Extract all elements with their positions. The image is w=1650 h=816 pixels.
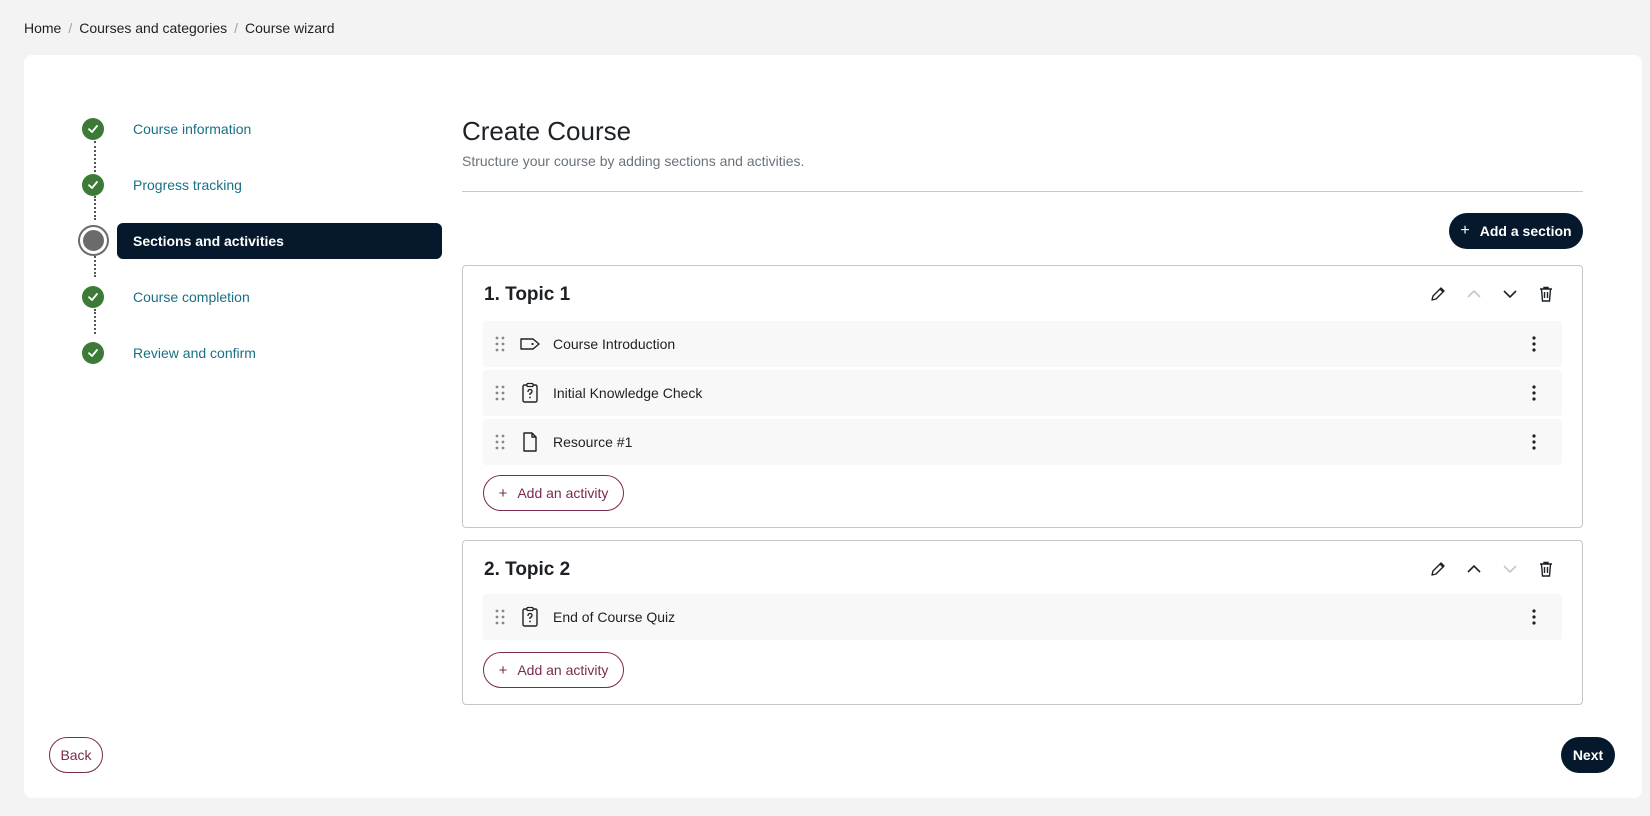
section-title: 2. Topic 2 [484,559,571,580]
current-step-icon [80,227,107,254]
activity-row[interactable]: End of Course Quiz [483,594,1562,640]
kebab-icon [1532,434,1536,450]
step-course-information[interactable]: Course information [60,113,460,149]
file-icon [523,432,537,452]
activity-row[interactable]: Initial Knowledge Check [483,370,1562,416]
step-course-completion[interactable]: Course completion [60,281,460,317]
add-activity-label: Add an activity [517,485,609,501]
next-button[interactable]: Next [1561,737,1615,773]
quiz-icon [522,382,538,403]
step-sections-and-activities[interactable]: Sections and activities [60,223,460,261]
chevron-up-icon [1467,564,1481,573]
back-label: Back [60,747,92,763]
kebab-icon [1532,336,1536,352]
breadcrumb-separator: / [234,20,239,36]
back-button[interactable]: Back [49,737,103,773]
add-section-label: Add a section [1479,223,1572,239]
pencil-icon [1431,287,1445,301]
pencil-icon [1431,562,1445,576]
drag-handle-icon[interactable] [495,335,505,353]
step-label: Review and confirm [133,345,256,361]
check-icon [82,118,104,140]
section-card: 2. Topic 2 End of Course Quiz + Add an a… [462,540,1583,705]
chevron-up-icon [1467,289,1481,298]
next-label: Next [1572,747,1604,763]
chevron-down-icon [1503,565,1517,574]
breadcrumb-current: Course wizard [245,20,335,36]
trash-icon [1540,561,1552,577]
step-progress-tracking[interactable]: Progress tracking [60,169,460,205]
plus-icon: + [498,484,508,502]
check-icon [82,286,104,308]
drag-handle-icon[interactable] [495,608,505,626]
breadcrumb-separator: / [68,20,73,36]
quiz-icon [522,606,538,627]
step-label: Course information [133,121,252,137]
step-review-and-confirm[interactable]: Review and confirm [60,337,460,373]
edit-section-button[interactable] [1428,559,1448,579]
divider [462,191,1583,192]
section-controls [1428,284,1556,304]
move-down-button[interactable] [1500,284,1520,304]
edit-section-button[interactable] [1428,284,1448,304]
plus-icon: + [1460,222,1470,239]
trash-icon [1540,286,1552,302]
check-icon [82,174,104,196]
kebab-icon [1532,609,1536,625]
activity-name[interactable]: End of Course Quiz [553,609,675,625]
add-activity-label: Add an activity [517,662,609,678]
step-label: Progress tracking [133,177,242,193]
breadcrumb-home[interactable]: Home [24,20,61,36]
move-up-button[interactable] [1464,559,1484,579]
step-label: Sections and activities [133,233,284,249]
step-label: Course completion [133,289,250,305]
section-card: 1. Topic 1 Course Introduction Initial K… [462,265,1583,528]
plus-icon: + [498,661,508,679]
breadcrumb-courses-and-categories[interactable]: Courses and categories [79,20,227,36]
delete-section-button[interactable] [1536,284,1556,304]
activity-menu-button[interactable] [1524,607,1544,627]
activity-menu-button[interactable] [1524,432,1544,452]
chevron-down-icon [1503,290,1517,299]
drag-handle-icon[interactable] [495,384,505,402]
activity-name[interactable]: Resource #1 [553,434,632,450]
activity-menu-button[interactable] [1524,334,1544,354]
add-activity-button[interactable]: + Add an activity [483,652,624,688]
check-icon [82,342,104,364]
page-title: Create Course [462,116,632,146]
move-up-button[interactable] [1464,284,1484,304]
add-section-button[interactable]: + Add a section [1449,213,1583,249]
delete-section-button[interactable] [1536,559,1556,579]
breadcrumb: Home / Courses and categories / Course w… [24,18,335,38]
section-controls [1428,559,1556,579]
label-icon [520,338,540,350]
activity-row[interactable]: Course Introduction [483,321,1562,367]
kebab-icon [1532,385,1536,401]
activity-name[interactable]: Initial Knowledge Check [553,385,702,401]
drag-handle-icon[interactable] [495,433,505,451]
page-subtitle: Structure your course by adding sections… [462,153,805,169]
move-down-button[interactable] [1500,559,1520,579]
add-activity-button[interactable]: + Add an activity [483,475,624,511]
activity-name[interactable]: Course Introduction [553,336,675,352]
activity-row[interactable]: Resource #1 [483,419,1562,465]
section-title: 1. Topic 1 [484,284,571,305]
activity-menu-button[interactable] [1524,383,1544,403]
